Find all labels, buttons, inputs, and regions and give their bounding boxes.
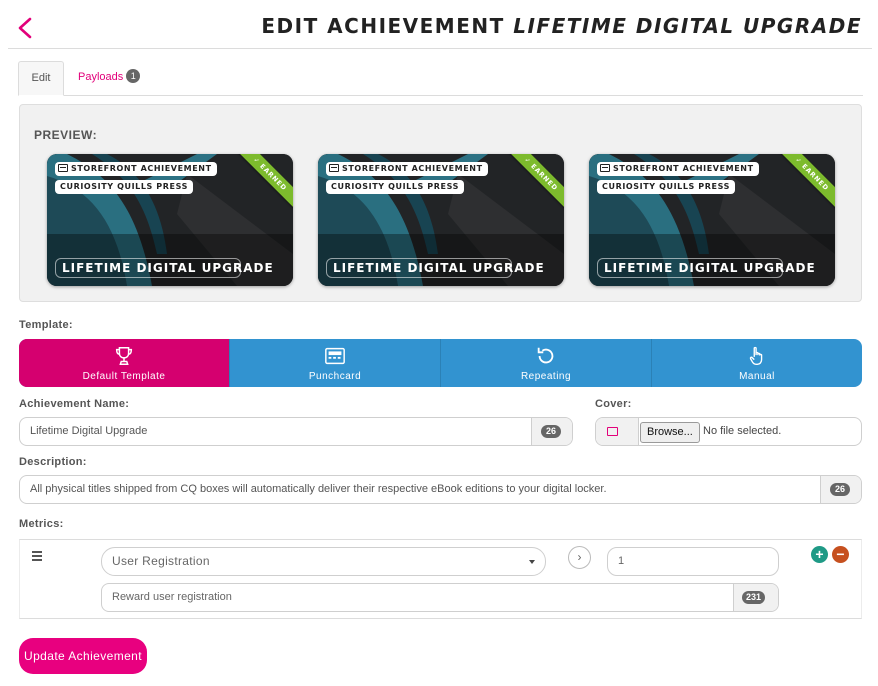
plus-icon: + [815,546,824,562]
tab-edit[interactable]: Edit [18,61,64,96]
image-addon [596,418,639,445]
tab-edit-label: Edit [31,72,51,84]
description-input[interactable]: All physical titles shipped from CQ boxe… [19,475,862,504]
template-option-punchcard[interactable]: Punchcard [229,339,440,387]
char-count-addon: 26 [531,418,572,445]
achievement-name-value: Lifetime Digital Upgrade [30,425,148,437]
achievement-name-label: Achievement Name: [19,398,130,410]
metric-threshold-input[interactable]: 1 [607,547,779,576]
achievement-card-preview: STOREFRONT ACHIEVEMENT CURIOSITY QUILLS … [318,154,564,286]
template-option-repeating-label: Repeating [520,370,572,382]
tab-payloads[interactable]: Payloads 1 [66,61,152,96]
char-count-addon: 231 [733,584,778,611]
page-title-prefix: EDIT ACHIEVEMENT [261,14,505,38]
chevron-right-icon: › [577,550,582,564]
template-option-default[interactable]: Default Template [19,339,229,387]
chevron-left-icon [18,17,32,39]
remove-metric-button[interactable]: − [832,546,849,563]
payloads-count-badge: 1 [126,69,141,83]
template-label: Template: [19,319,73,331]
metrics-label: Metrics: [19,518,64,530]
preview-label: PREVIEW: [34,128,98,142]
card-org-pill: CURIOSITY QUILLS PRESS [597,180,735,194]
achievement-card-preview: STOREFRONT ACHIEVEMENT CURIOSITY QUILLS … [47,154,293,286]
drag-handle-icon[interactable] [32,551,42,563]
add-metric-button[interactable]: + [811,546,828,563]
tab-payloads-label: Payloads [78,71,124,83]
template-selector: Default Template Punchcard Repeating Man… [19,339,862,387]
storefront-icon [600,164,610,172]
template-option-manual-label: Manual [739,370,775,382]
repeat-icon [537,347,554,363]
card-type-pill: STOREFRONT ACHIEVEMENT [55,162,217,176]
page-title-achievement-name: LIFETIME DIGITAL UPGRADE [513,14,862,38]
card-achievement-name: LIFETIME DIGITAL UPGRADE [55,258,273,278]
minus-icon: − [836,546,845,562]
achievement-name-input[interactable]: Lifetime Digital Upgrade 26 [19,417,573,446]
card-type-pill: STOREFRONT ACHIEVEMENT [597,162,759,176]
card-org-pill: CURIOSITY QUILLS PRESS [55,180,193,194]
preview-panel: PREVIEW: STOREFRONT ACHIEVEMENT CURIOSIT… [19,104,862,302]
header-divider [8,48,872,49]
file-status: No file selected. [703,425,782,437]
metric-threshold-value: 1 [618,555,625,567]
storefront-icon [329,164,339,172]
description-value: All physical titles shipped from CQ boxe… [30,483,607,495]
card-achievement-name: LIFETIME DIGITAL UPGRADE [597,258,815,278]
metric-select-value: User Registration [112,554,210,568]
card-icon [325,347,345,364]
cover-file-input[interactable]: Browse... No file selected. [595,417,862,446]
reward-description-input[interactable]: Reward user registration 231 [101,583,779,612]
page-title: EDIT ACHIEVEMENT LIFETIME DIGITAL UPGRAD… [261,14,862,38]
card-type-label: STOREFRONT ACHIEVEMENT [613,164,754,173]
back-button[interactable] [14,16,38,40]
browse-button[interactable]: Browse... [640,422,700,443]
card-type-label: STOREFRONT ACHIEVEMENT [342,164,483,173]
card-type-pill: STOREFRONT ACHIEVEMENT [326,162,488,176]
achievement-card-preview: STOREFRONT ACHIEVEMENT CURIOSITY QUILLS … [589,154,835,286]
hand-pointer-icon [749,346,763,365]
char-count-badge: 26 [541,425,561,438]
card-achievement-name: LIFETIME DIGITAL UPGRADE [326,258,544,278]
cover-label: Cover: [595,398,632,410]
tab-bar: Edit Payloads 1 [18,61,863,96]
update-achievement-button[interactable]: Update Achievement [19,638,147,674]
char-count-badge: 26 [830,483,850,496]
trophy-icon [115,346,133,365]
template-option-punchcard-label: Punchcard [308,370,362,382]
metric-select[interactable]: User Registration [101,547,546,576]
image-icon [607,427,618,436]
template-option-manual[interactable]: Manual [651,339,862,387]
metric-row: User Registration › 1 + − Reward user re… [19,539,862,619]
comparison-button[interactable]: › [568,546,591,569]
card-org-pill: CURIOSITY QUILLS PRESS [326,180,464,194]
template-option-repeating[interactable]: Repeating [440,339,651,387]
char-count-badge: 231 [742,591,766,604]
card-type-label: STOREFRONT ACHIEVEMENT [71,164,212,173]
storefront-icon [58,164,68,172]
caret-down-icon [529,560,535,564]
description-label: Description: [19,456,87,468]
template-option-default-label: Default Template [82,370,166,382]
reward-description-value: Reward user registration [112,591,232,603]
char-count-addon: 26 [820,476,861,503]
